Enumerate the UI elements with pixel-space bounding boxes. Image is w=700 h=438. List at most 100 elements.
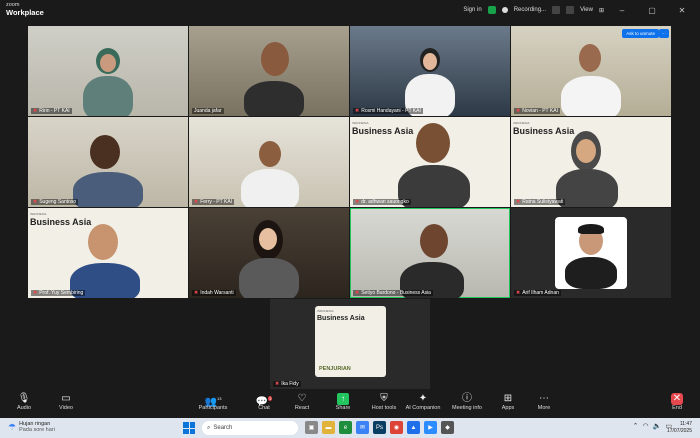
- mic-off-icon: ✖: [194, 199, 199, 205]
- sign-in-link[interactable]: Sign in: [463, 7, 481, 13]
- video-tile[interactable]: ✖ Sugeng Santoso: [28, 117, 188, 207]
- maximize-button[interactable]: ▢: [640, 6, 664, 15]
- end-meeting-button[interactable]: ✕ End: [657, 393, 697, 411]
- photos-icon[interactable]: ▲: [407, 421, 420, 434]
- chat-icon: 💬1: [255, 396, 273, 408]
- app-icon[interactable]: ◆: [441, 421, 454, 434]
- tile-more-button[interactable]: ···: [658, 29, 669, 38]
- start-button[interactable]: [183, 422, 195, 434]
- weather-subtitle: Pada sore hari: [19, 427, 55, 433]
- participant-name: ✖ Rosmi Handayani - PT KAI: [353, 108, 423, 114]
- participant-name: ✖ Indah Warsanti: [192, 290, 236, 296]
- business-asia-logo: INDONESIA Business Asia: [352, 121, 414, 136]
- video-tile[interactable]: Ask to unmute ··· ✖ Novian - PT KAI: [511, 26, 671, 116]
- apps-button[interactable]: ⊞ Apps: [488, 393, 528, 411]
- mic-off-icon: ✖: [355, 290, 360, 296]
- file-explorer-icon[interactable]: ▬: [322, 421, 335, 434]
- participant-name: ✖ Prof. Yuy Sembiring: [31, 290, 86, 296]
- participant-name: Juanda jafar: [192, 108, 224, 114]
- business-asia-logo: INDONESIA Business Asia: [513, 121, 575, 136]
- video-tile[interactable]: ✖ Rosmi Handayani - PT KAI: [350, 26, 510, 116]
- mic-off-icon: ✖: [33, 108, 38, 114]
- edge-icon[interactable]: e: [339, 421, 352, 434]
- chrome-icon[interactable]: ◉: [390, 421, 403, 434]
- mic-off-icon: ✖: [516, 199, 521, 205]
- participant-name: ✖ Ika Fidy: [273, 381, 301, 387]
- video-button[interactable]: ▭ Video: [46, 393, 86, 411]
- video-tile[interactable]: Juanda jafar: [189, 26, 349, 116]
- brand-bottom: Workplace: [6, 8, 44, 17]
- info-icon: ⓘ: [462, 393, 472, 404]
- heart-icon: ♡: [297, 393, 307, 404]
- mic-off-icon: ✖: [355, 199, 360, 205]
- taskbar-clock[interactable]: 11:47 17/07/2025: [667, 421, 692, 434]
- meeting-toolbar: 🎙 Audio ▭ Video 👥13 Participants 💬1 Chat ♡ Re…: [0, 390, 700, 416]
- mic-off-icon: ✖: [33, 290, 38, 296]
- stop-recording-button[interactable]: [566, 6, 575, 14]
- more-button[interactable]: ⋯ More: [524, 393, 564, 411]
- apps-icon: ⊞: [503, 393, 513, 404]
- shield-icon: [487, 6, 496, 14]
- clock-date: 17/07/2025: [666, 427, 692, 434]
- participants-button[interactable]: 👥13 Participants: [193, 393, 233, 411]
- rain-cloud-icon: ☂: [8, 421, 17, 432]
- mic-off-icon: ✖: [194, 290, 199, 296]
- video-tile[interactable]: ✖ Arif Ilham Adnan: [511, 208, 671, 298]
- mic-off-icon: ✖: [516, 108, 521, 114]
- view-button[interactable]: View: [580, 7, 593, 13]
- host-tools-button[interactable]: ⛨ Host tools: [364, 393, 404, 411]
- zoom-logo: zoom Workplace: [6, 2, 44, 16]
- ask-to-unmute-button[interactable]: Ask to unmute: [622, 29, 659, 38]
- participant-name: ✖ Ratna Sulistyawati: [514, 199, 566, 205]
- pause-recording-button[interactable]: [552, 6, 561, 14]
- video-grid: ✖ Ririn - PT KAI Juanda jafar ✖ Rosmi Hand…: [28, 26, 671, 389]
- video-tile[interactable]: INDONESIA Business Asia ✖ Ratna Sulistyawa…: [511, 117, 671, 207]
- speaker-icon[interactable]: 🔈: [653, 422, 662, 430]
- task-view-icon[interactable]: ▣: [305, 421, 318, 434]
- end-call-icon: ✕: [671, 393, 683, 405]
- video-tile[interactable]: INDONESIA Business Asia ✖ Prof. Yuy Sembir…: [28, 208, 188, 298]
- audio-button[interactable]: 🎙 Audio: [4, 393, 44, 411]
- search-icon: ⌕: [207, 424, 211, 431]
- share-button[interactable]: ↑ Share: [323, 393, 363, 411]
- sparkle-icon: ✦: [418, 393, 428, 404]
- minimize-button[interactable]: –: [610, 6, 634, 15]
- participants-icon: 👥13: [204, 396, 222, 408]
- chat-button[interactable]: 💬1 Chat: [244, 393, 284, 411]
- participant-name: ✖ Setiyo Bardono - Business Asia: [353, 290, 433, 296]
- shield-icon: ⛨: [380, 393, 388, 404]
- participant-name: ✖ Arif Ilham Adnan: [514, 290, 561, 296]
- video-tile[interactable]: ✖ Ririn - PT KAI: [28, 26, 188, 116]
- video-tile[interactable]: INDONESIA Business Asia ✖ dr. adhwan sauon…: [350, 117, 510, 207]
- mic-off-icon: ✖: [516, 290, 521, 296]
- title-bar: zoom Workplace Sign in Recording... View…: [0, 0, 700, 20]
- zoom-app-icon[interactable]: ▶: [424, 421, 437, 434]
- video-tile[interactable]: ✖ Ferry - PT KAI: [189, 117, 349, 207]
- chevron-up-icon[interactable]: ⌃: [633, 422, 639, 430]
- participant-name: ✖ Ferry - PT KAI: [192, 199, 235, 205]
- meeting-info-button[interactable]: ⓘ Meeting info: [447, 393, 487, 411]
- ai-companion-button[interactable]: ✦ AI Companion: [403, 393, 443, 411]
- business-asia-logo: INDONESIA Business Asia: [30, 212, 92, 227]
- photoshop-icon[interactable]: Ps: [373, 421, 386, 434]
- weather-widget[interactable]: ☂ Hujan ringan Pada sore hari: [8, 421, 55, 433]
- more-dots-icon: ⋯: [539, 393, 549, 404]
- mic-off-icon: ✖: [355, 108, 360, 114]
- video-tile[interactable]: INDONESIA Business Asia PENJURIAN ✖ Ika Fi…: [270, 299, 430, 389]
- video-tile[interactable]: ✖ Indah Warsanti: [189, 208, 349, 298]
- camera-icon: ▭: [61, 393, 71, 404]
- close-window-button[interactable]: ✕: [670, 6, 694, 15]
- mail-icon[interactable]: ✉: [356, 421, 369, 434]
- participant-name: ✖ Ririn - PT KAI: [31, 108, 72, 114]
- recording-icon: [501, 7, 508, 13]
- taskbar-search[interactable]: ⌕ Search: [202, 421, 298, 435]
- business-asia-logo: INDONESIA Business Asia: [317, 309, 365, 322]
- participant-name: ✖ Sugeng Santoso: [31, 199, 79, 205]
- mic-off-icon: ✖: [33, 199, 38, 205]
- participant-name: ✖ Novian - PT KAI: [514, 108, 560, 114]
- react-button[interactable]: ♡ React: [282, 393, 322, 411]
- share-arrow-icon: ↑: [337, 393, 349, 405]
- video-tile-active-speaker[interactable]: ✖ Setiyo Bardono - Business Asia: [350, 208, 510, 298]
- mic-off-icon: ✖: [275, 381, 280, 387]
- wifi-icon[interactable]: ◠: [643, 422, 649, 430]
